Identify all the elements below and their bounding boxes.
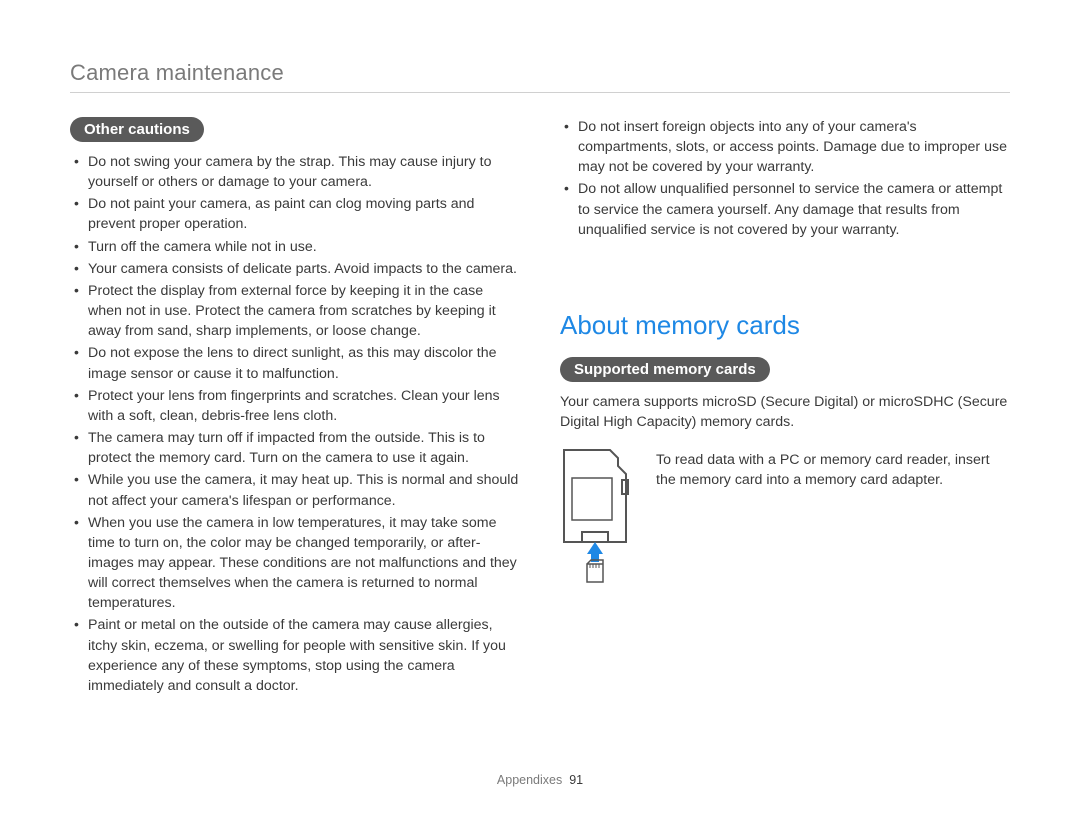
footer-section-label: Appendixes bbox=[497, 773, 562, 787]
footer-page-number: 91 bbox=[569, 773, 583, 787]
list-item: When you use the camera in low temperatu… bbox=[70, 513, 520, 614]
pill-other-cautions: Other cautions bbox=[70, 117, 204, 142]
figure-caption: To read data with a PC or memory card re… bbox=[656, 446, 1010, 490]
list-item: Do not allow unqualified personnel to se… bbox=[560, 179, 1010, 239]
figure-row: To read data with a PC or memory card re… bbox=[560, 446, 1010, 591]
other-cautions-list: Do not swing your camera by the strap. T… bbox=[70, 152, 520, 696]
pill-supported-memory-cards: Supported memory cards bbox=[560, 357, 770, 382]
left-column: Other cautions Do not swing your camera … bbox=[70, 117, 520, 698]
sd-adapter-icon bbox=[560, 446, 638, 586]
list-item: Your camera consists of delicate parts. … bbox=[70, 259, 520, 279]
sd-adapter-illustration bbox=[560, 446, 638, 591]
list-item: Protect the display from external force … bbox=[70, 281, 520, 341]
list-item: While you use the camera, it may heat up… bbox=[70, 470, 520, 510]
supported-cards-body: Your camera supports microSD (Secure Dig… bbox=[560, 392, 1010, 432]
list-item: Do not expose the lens to direct sunligh… bbox=[70, 343, 520, 383]
list-item: Do not swing your camera by the strap. T… bbox=[70, 152, 520, 192]
page-title: Camera maintenance bbox=[70, 60, 1010, 93]
right-column: Do not insert foreign objects into any o… bbox=[560, 117, 1010, 698]
page-footer: Appendixes 91 bbox=[0, 773, 1080, 787]
list-item: Do not paint your camera, as paint can c… bbox=[70, 194, 520, 234]
list-item: Paint or metal on the outside of the cam… bbox=[70, 615, 520, 696]
right-top-list: Do not insert foreign objects into any o… bbox=[560, 117, 1010, 240]
list-item: Protect your lens from fingerprints and … bbox=[70, 386, 520, 426]
manual-page: Camera maintenance Other cautions Do not… bbox=[0, 0, 1080, 815]
list-item: Turn off the camera while not in use. bbox=[70, 237, 520, 257]
content-columns: Other cautions Do not swing your camera … bbox=[70, 117, 1010, 698]
section-title-about-memory-cards: About memory cards bbox=[560, 310, 1010, 341]
list-item: Do not insert foreign objects into any o… bbox=[560, 117, 1010, 177]
list-item: The camera may turn off if impacted from… bbox=[70, 428, 520, 468]
